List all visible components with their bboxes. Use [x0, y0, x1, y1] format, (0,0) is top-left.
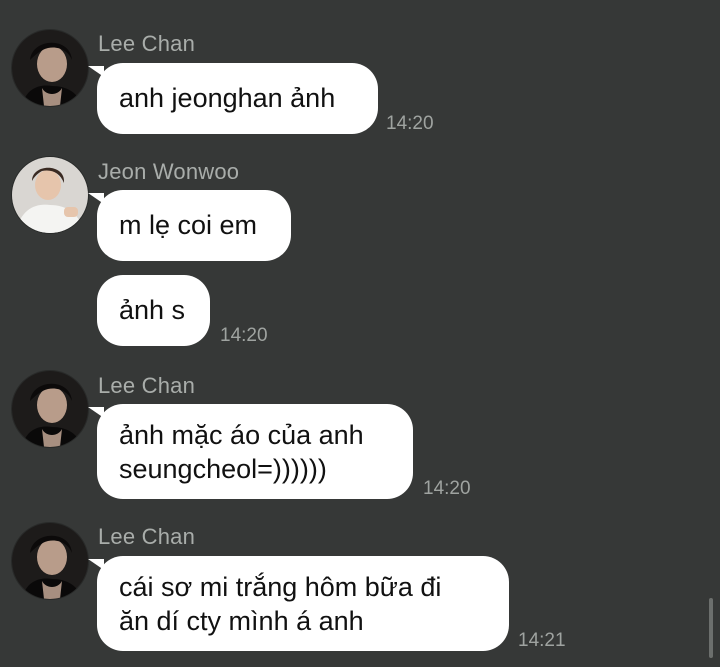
sender-name: Jeon Wonwoo	[98, 159, 240, 184]
lee-chan-avatar[interactable]	[12, 523, 88, 599]
lee-chan-avatar[interactable]	[12, 30, 88, 106]
message-timestamp: 14:20	[423, 478, 471, 499]
sender-name: Lee Chan	[98, 31, 196, 56]
jeon-wonwoo-avatar[interactable]	[12, 157, 88, 233]
sender-name: Lee Chan	[98, 373, 196, 398]
sender-name: Lee Chan	[98, 524, 196, 549]
chat-message-list[interactable]: Lee Chan anh jeonghan ảnh 14:20 Jeon Won…	[0, 0, 720, 667]
message-timestamp: 14:20	[386, 113, 434, 134]
message-bubble[interactable]: cái sơ mi trắng hôm bữa đi ăn dí cty mìn…	[88, 556, 509, 651]
message-timestamp: 14:20	[220, 325, 268, 346]
message-bubble[interactable]: ảnh s	[97, 275, 210, 346]
lee-chan-avatar[interactable]	[12, 371, 88, 447]
scrollbar[interactable]	[709, 598, 713, 658]
message-timestamp: 14:21	[518, 630, 566, 651]
message-bubble[interactable]: m lẹ coi em	[88, 190, 291, 261]
message-bubble[interactable]: anh jeonghan ảnh	[88, 63, 378, 134]
message-bubble[interactable]: ảnh mặc áo của anh seungcheol=))))))	[88, 404, 413, 499]
